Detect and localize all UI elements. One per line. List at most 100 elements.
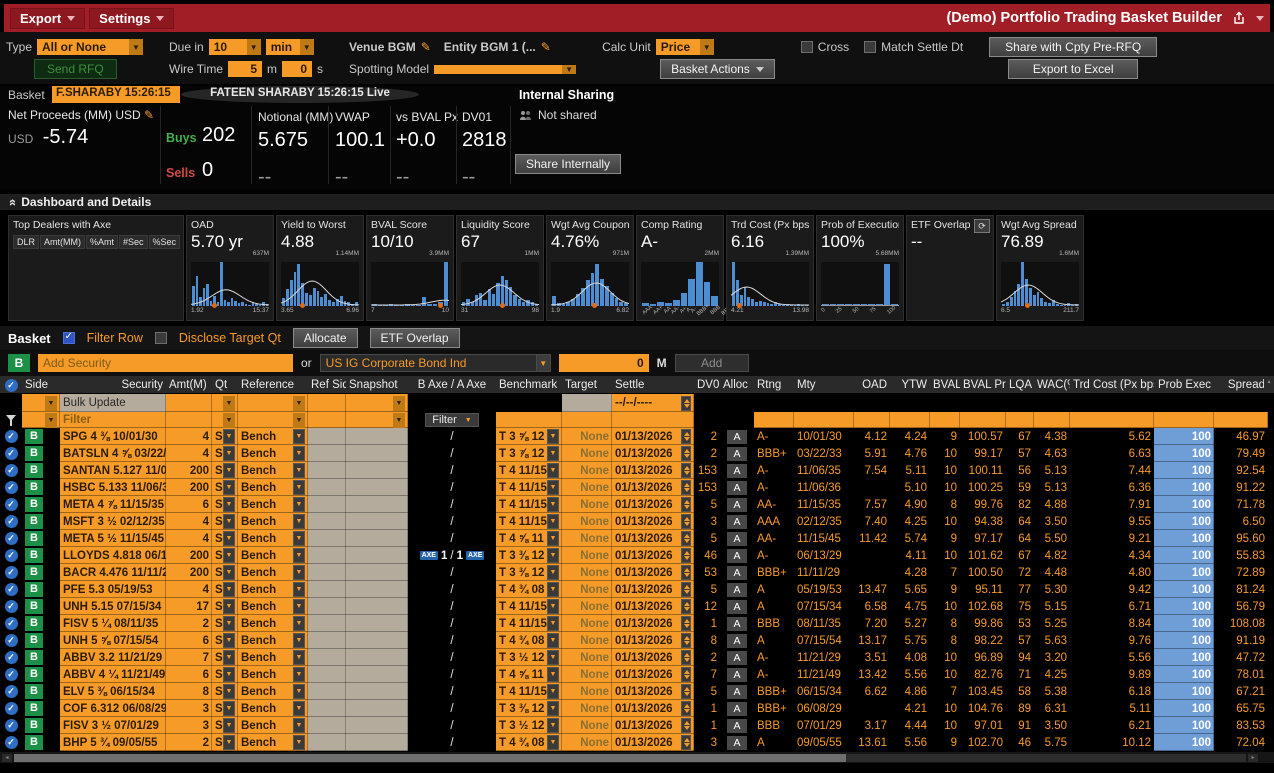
- share-export-icon[interactable]: [1232, 11, 1246, 25]
- settle-cell[interactable]: 01/13/2026: [612, 581, 694, 598]
- settle-cell[interactable]: 01/13/2026: [612, 513, 694, 530]
- filter-qt-cell[interactable]: ▼: [212, 412, 238, 428]
- chevron-down-icon[interactable]: ▼: [223, 701, 235, 716]
- chevron-down-icon[interactable]: ▼: [293, 684, 305, 699]
- chevron-down-icon[interactable]: ▼: [547, 616, 559, 631]
- baxe-cell[interactable]: /: [408, 666, 496, 683]
- qt-cell[interactable]: S▼: [212, 615, 238, 632]
- chevron-down-icon[interactable]: ▼: [223, 429, 235, 444]
- row-live-icon[interactable]: ✓: [0, 581, 22, 598]
- date-spinner[interactable]: [681, 599, 691, 614]
- refresh-icon[interactable]: ⟳: [974, 219, 990, 233]
- index-select[interactable]: US IG Corporate Bond Ind ▼: [320, 354, 551, 372]
- col-header-benchmark[interactable]: Benchmark: [496, 376, 562, 394]
- target-cell[interactable]: None: [562, 700, 612, 717]
- chevron-down-icon[interactable]: ▼: [223, 650, 235, 665]
- reference-cell[interactable]: Bench▼: [238, 564, 308, 581]
- dashboard-header[interactable]: » Dashboard and Details: [0, 194, 1274, 212]
- refside-cell[interactable]: [308, 666, 346, 683]
- row-live-icon[interactable]: ✓: [0, 615, 22, 632]
- filter-trdcost-cell[interactable]: [1070, 412, 1154, 428]
- reference-cell[interactable]: Bench▼: [238, 632, 308, 649]
- reference-cell[interactable]: Bench▼: [238, 649, 308, 666]
- disclose-target-checkbox[interactable]: [155, 332, 167, 344]
- qt-cell[interactable]: S▼: [212, 513, 238, 530]
- amt-cell[interactable]: 3: [166, 700, 212, 717]
- security-cell[interactable]: SPG 4 ⅜ 10/01/30: [60, 428, 166, 445]
- benchmark-cell[interactable]: T 4 ⅝ 11▼: [496, 666, 562, 683]
- side-cell[interactable]: B: [22, 717, 60, 734]
- row-live-icon[interactable]: ✓: [0, 564, 22, 581]
- side-cell[interactable]: B: [22, 428, 60, 445]
- chevron-down-icon[interactable]: ▼: [547, 599, 559, 614]
- chevron-down-icon[interactable]: ▼: [223, 599, 235, 614]
- bulk-target-cell[interactable]: [562, 394, 612, 412]
- amt-cell[interactable]: 4: [166, 513, 212, 530]
- date-spinner[interactable]: [681, 701, 691, 716]
- refside-cell[interactable]: [308, 445, 346, 462]
- settle-cell[interactable]: 01/13/2026: [612, 649, 694, 666]
- export-to-excel-button[interactable]: Export to Excel: [1008, 59, 1138, 79]
- row-live-icon[interactable]: ✓: [0, 462, 22, 479]
- snapshot-cell[interactable]: [346, 632, 408, 649]
- row-live-icon[interactable]: ✓: [0, 598, 22, 615]
- side-cell[interactable]: B: [22, 683, 60, 700]
- chevron-down-icon[interactable]: ▼: [223, 480, 235, 495]
- allocate-button[interactable]: Allocate: [293, 328, 358, 348]
- add-button[interactable]: Add: [675, 354, 749, 372]
- chevron-down-icon[interactable]: ▼: [547, 667, 559, 682]
- amt-cell[interactable]: 4: [166, 581, 212, 598]
- amt-cell[interactable]: 2: [166, 615, 212, 632]
- chevron-down-icon[interactable]: ▼: [293, 413, 305, 428]
- col-header-prob-exec[interactable]: Prob Exec: [1154, 376, 1214, 394]
- col-header-ytw[interactable]: YTW: [890, 376, 930, 394]
- table-row[interactable]: ✓BBACR 4.476 11/11/2200S▼Bench▼/T 3 ⅜ 12…: [0, 564, 1274, 581]
- side-cell[interactable]: B: [22, 564, 60, 581]
- amt-cell[interactable]: 17: [166, 598, 212, 615]
- edit-pencil-icon[interactable]: ✎: [541, 40, 551, 54]
- security-cell[interactable]: BACR 4.476 11/11/2: [60, 564, 166, 581]
- chevron-down-icon[interactable]: ▼: [223, 718, 235, 733]
- baxe-cell[interactable]: /: [408, 615, 496, 632]
- col-header-snapshot[interactable]: Snapshot: [346, 376, 408, 394]
- qt-cell[interactable]: S▼: [212, 700, 238, 717]
- row-live-icon[interactable]: ✓: [0, 428, 22, 445]
- row-live-icon[interactable]: ✓: [0, 632, 22, 649]
- date-spinner[interactable]: [681, 565, 691, 580]
- benchmark-cell[interactable]: T 3 ⅜ 12▼: [496, 564, 562, 581]
- benchmark-cell[interactable]: T 4 11/15▼: [496, 513, 562, 530]
- chevron-down-icon[interactable]: ▼: [547, 446, 559, 461]
- filter-funnel-icon[interactable]: [0, 412, 22, 428]
- col-header-reference[interactable]: Reference: [238, 376, 308, 394]
- amt-cell[interactable]: 200: [166, 462, 212, 479]
- filter-row-checkbox[interactable]: [63, 332, 75, 344]
- chevron-down-icon[interactable]: ▼: [293, 396, 305, 411]
- chevron-down-icon[interactable]: ▼: [293, 633, 305, 648]
- col-header-amt-m[interactable]: Amt(M): [166, 376, 212, 394]
- scroll-thumb[interactable]: [14, 754, 846, 762]
- chevron-down-icon[interactable]: ▼: [547, 514, 559, 529]
- chevron-down-icon[interactable]: ▼: [393, 413, 405, 428]
- col-header-mty[interactable]: Mty: [794, 376, 854, 394]
- security-cell[interactable]: UNH 5.15 07/15/34: [60, 598, 166, 615]
- horizontal-scrollbar[interactable]: ◂ ▸: [0, 751, 1274, 763]
- date-spinner[interactable]: [681, 735, 691, 750]
- target-cell[interactable]: None: [562, 615, 612, 632]
- target-cell[interactable]: None: [562, 581, 612, 598]
- alloc-cell[interactable]: A: [720, 479, 754, 496]
- qt-cell[interactable]: S▼: [212, 564, 238, 581]
- table-row[interactable]: ✓BMSFT 3 ½ 02/12/354S▼Bench▼/T 4 11/15▼N…: [0, 513, 1274, 530]
- target-cell[interactable]: None: [562, 734, 612, 751]
- table-row[interactable]: ✓BSPG 4 ⅜ 10/01/304S▼Bench▼/T 3 ⅝ 12▼Non…: [0, 428, 1274, 445]
- row-live-icon[interactable]: ✓: [0, 649, 22, 666]
- settle-cell[interactable]: 01/13/2026: [612, 615, 694, 632]
- vertical-scroll-up-arrow[interactable]: ▴: [1264, 376, 1274, 388]
- col-header-dv01[interactable]: DV01: [694, 376, 720, 394]
- chevron-down-icon[interactable]: ▼: [45, 396, 57, 411]
- baxe-cell[interactable]: /: [408, 581, 496, 598]
- benchmark-cell[interactable]: T 3 ⅜ 12▼: [496, 700, 562, 717]
- filter-oad-cell[interactable]: [854, 412, 890, 428]
- date-spinner[interactable]: [681, 514, 691, 529]
- reference-cell[interactable]: Bench▼: [238, 445, 308, 462]
- target-cell[interactable]: None: [562, 479, 612, 496]
